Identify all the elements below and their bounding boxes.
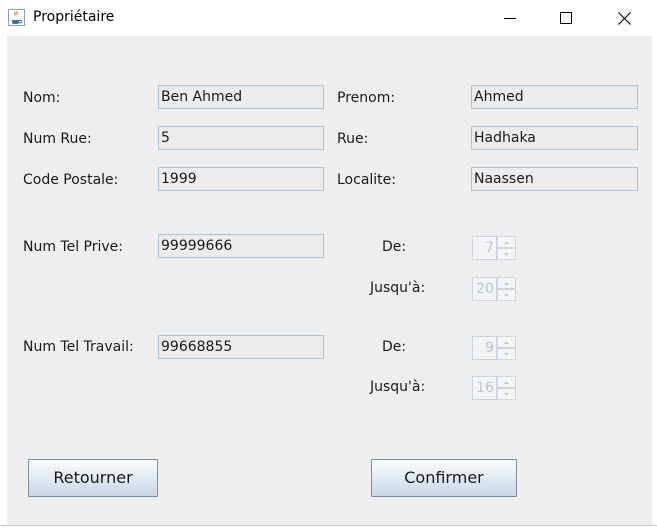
caret-up-icon — [504, 281, 509, 285]
spinner-down-button[interactable] — [497, 289, 516, 301]
tel-prive-de-label: De: — [382, 239, 407, 255]
localite-field[interactable]: Naassen — [471, 167, 638, 191]
tel-prive-de-value[interactable]: 7 — [472, 236, 497, 260]
tel-prive-jusqua-label: Jusqu'à: — [370, 280, 426, 296]
confirmer-button[interactable]: Confirmer — [371, 459, 517, 497]
tel-travail-jusqua-value[interactable]: 16 — [472, 376, 497, 400]
tel-travail-label: Num Tel Travail: — [23, 339, 134, 355]
minimize-button[interactable] — [482, 0, 538, 36]
java-coffee-icon — [8, 9, 25, 26]
caret-up-icon — [504, 380, 509, 384]
caret-down-icon — [504, 352, 509, 356]
tel-prive-field[interactable]: 99999666 — [158, 234, 324, 258]
caret-down-icon — [504, 392, 509, 396]
caret-down-icon — [504, 293, 509, 297]
nom-field[interactable]: Ben Ahmed — [158, 85, 324, 109]
rue-label: Rue: — [337, 131, 369, 147]
tel-travail-field[interactable]: 99668855 — [158, 335, 324, 359]
num-rue-label: Num Rue: — [23, 131, 92, 147]
tel-prive-label: Num Tel Prive: — [23, 239, 124, 255]
tel-travail-de-label: De: — [382, 339, 407, 355]
tel-prive-jusqua-value[interactable]: 20 — [472, 277, 497, 301]
spinner-up-button[interactable] — [497, 376, 516, 388]
localite-label: Localite: — [337, 172, 396, 188]
tel-travail-jusqua-label: Jusqu'à: — [370, 379, 426, 395]
rue-field[interactable]: Hadhaka — [471, 126, 638, 150]
caret-down-icon — [504, 252, 509, 256]
spinner-down-button[interactable] — [497, 248, 516, 260]
retourner-button[interactable]: Retourner — [28, 459, 158, 497]
close-button[interactable] — [596, 0, 652, 36]
tel-travail-jusqua-spinner[interactable]: 16 — [472, 376, 517, 400]
tel-prive-jusqua-spinner[interactable]: 20 — [472, 277, 517, 301]
spinner-up-button[interactable] — [497, 236, 516, 248]
prenom-field[interactable]: Ahmed — [471, 85, 638, 109]
maximize-icon — [560, 12, 572, 24]
prenom-label: Prenom: — [337, 90, 396, 106]
tel-travail-de-spinner[interactable]: 9 — [472, 336, 517, 360]
caret-up-icon — [504, 340, 509, 344]
window-title: Propriétaire — [33, 9, 115, 25]
caret-up-icon — [504, 240, 509, 244]
maximize-button[interactable] — [538, 0, 594, 36]
minimize-icon — [504, 18, 516, 19]
close-icon — [617, 11, 631, 25]
nom-label: Nom: — [23, 90, 61, 106]
window-bottom-border — [0, 525, 657, 526]
spinner-down-button[interactable] — [497, 388, 516, 400]
spinner-down-button[interactable] — [497, 348, 516, 360]
title-bar: Propriétaire — [0, 0, 657, 36]
tel-prive-de-spinner[interactable]: 7 — [472, 236, 517, 260]
spinner-up-button[interactable] — [497, 336, 516, 348]
code-postale-field[interactable]: 1999 — [158, 167, 324, 191]
spinner-up-button[interactable] — [497, 277, 516, 289]
tel-travail-de-value[interactable]: 9 — [472, 336, 497, 360]
form-panel — [7, 36, 652, 525]
num-rue-field[interactable]: 5 — [158, 126, 324, 150]
code-postale-label: Code Postale: — [23, 172, 119, 188]
